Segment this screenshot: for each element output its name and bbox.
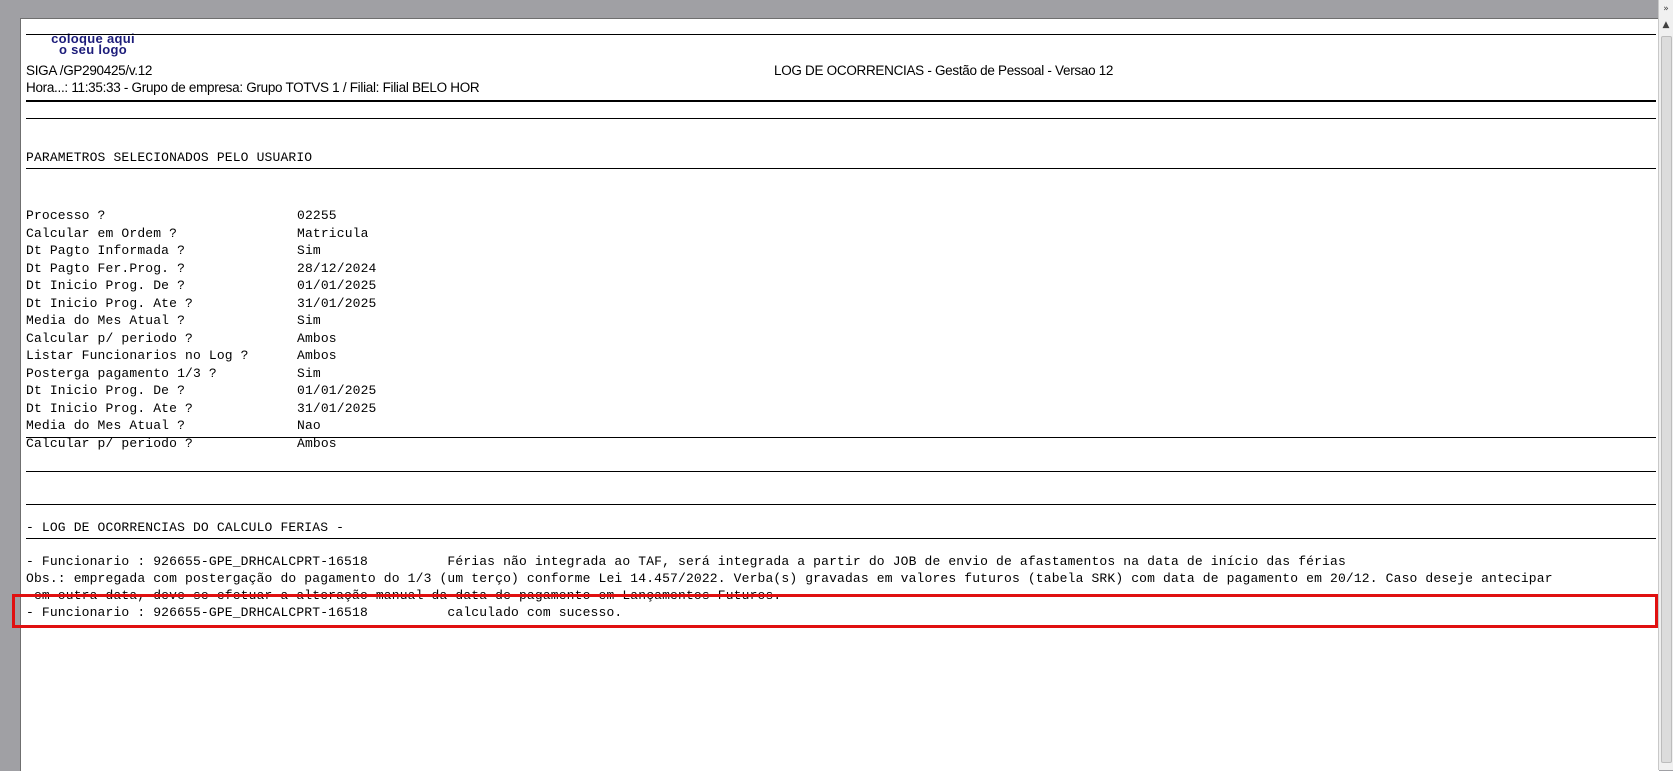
param-value: 01/01/2025 [297, 383, 377, 398]
params-section-title: PARAMETROS SELECIONADOS PELO USUARIO [26, 150, 313, 165]
param-label: Calcular p/ periodo ? [26, 330, 193, 346]
param-label: Dt Pagto Fer.Prog. ? [26, 260, 186, 276]
param-value: Ambos [297, 348, 337, 363]
highlight-box [12, 594, 1658, 628]
param-label: Listar Funcionarios no Log ? [26, 348, 249, 363]
param-label: Calcular em Ordem ? [26, 225, 178, 241]
param-value: Sim [297, 313, 321, 328]
top-rule [26, 34, 1656, 35]
log-obs-line-1: Obs.: empregada com postergação do pagam… [26, 571, 1553, 586]
divider [26, 168, 1656, 169]
divider [26, 471, 1656, 472]
param-value: 31/01/2025 [297, 400, 377, 416]
header-info: Hora...: 11:35:33 - Grupo de empresa: Gr… [26, 80, 480, 95]
report-title: LOG DE OCORRENCIAS - Gestão de Pessoal -… [774, 63, 1114, 78]
param-value: 28/12/2024 [297, 260, 377, 276]
param-value: Sim [297, 243, 321, 258]
param-label: Dt Inicio Prog. Ate ? [26, 295, 193, 311]
report-page [20, 18, 1659, 771]
param-value: 01/01/2025 [297, 278, 377, 293]
param-label: Media do Mes Atual ? [26, 313, 186, 328]
divider [26, 437, 1656, 438]
param-label: Dt Inicio Prog. De ? [26, 383, 186, 398]
program-id: SIGA /GP290425/v.12 [26, 63, 153, 78]
divider [26, 118, 1656, 119]
divider [26, 504, 1656, 505]
log-line-employee: - Funcionario : 926655-GPE_DRHCALCPRT-16… [26, 554, 1346, 569]
param-label: Dt Inicio Prog. Ate ? [26, 400, 193, 416]
param-label: Media do Mes Atual ? [26, 418, 186, 433]
param-value: Nao [297, 418, 321, 433]
scrollbar-thumb[interactable] [1661, 36, 1672, 763]
param-value: Sim [297, 365, 321, 381]
param-value: 02255 [297, 208, 337, 223]
param-label: Dt Pagto Informada ? [26, 243, 186, 258]
param-value: Matricula [297, 225, 369, 241]
vertical-scrollbar[interactable]: » ▲ [1658, 0, 1673, 770]
log-section-title: - LOG DE OCORRENCIAS DO CALCULO FERIAS - [26, 520, 345, 535]
divider [26, 538, 1656, 539]
param-value: Ambos [297, 330, 337, 346]
param-label: Processo ? [26, 208, 106, 223]
param-value: 31/01/2025 [297, 295, 377, 311]
scroll-up-icon[interactable]: ▲ [1660, 18, 1672, 32]
header-divider [26, 100, 1656, 102]
double-arrow-icon[interactable]: » [1660, 2, 1672, 16]
company-logo-placeholder: coloque aqui o seu logo [33, 32, 153, 56]
param-label: Posterga pagamento 1/3 ? [26, 365, 217, 381]
param-label: Dt Inicio Prog. De ? [26, 278, 186, 293]
